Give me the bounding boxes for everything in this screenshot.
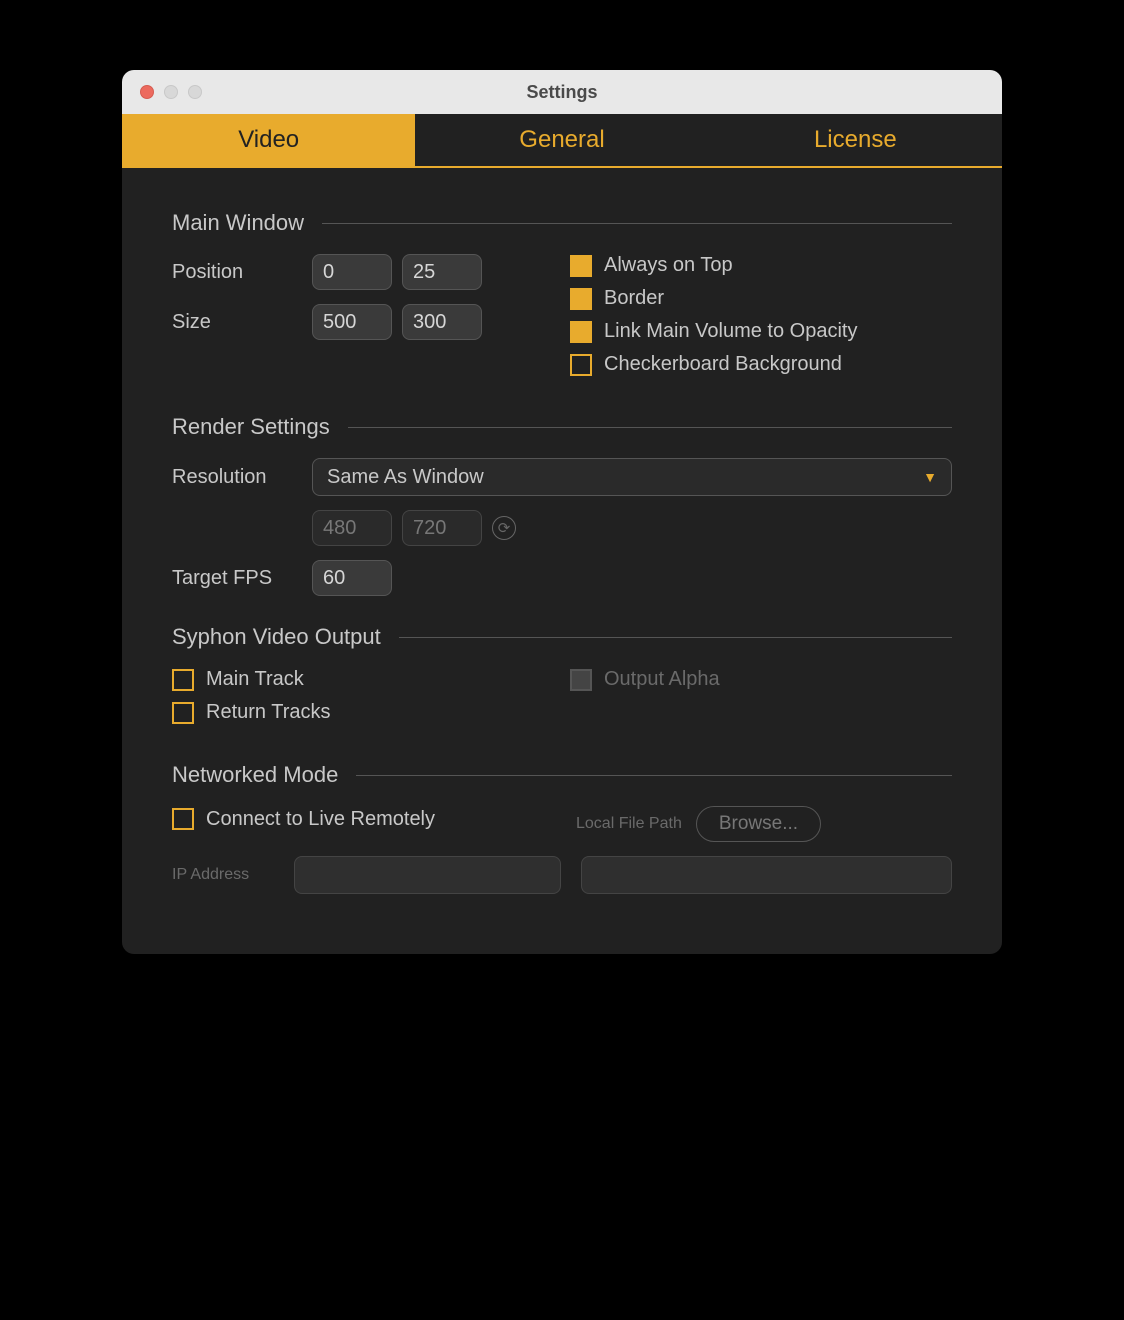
- always-on-top-label: Always on Top: [604, 254, 733, 277]
- divider: [399, 637, 952, 638]
- size-w-input[interactable]: [312, 304, 392, 340]
- section-title: Networked Mode: [172, 762, 338, 788]
- divider: [356, 775, 952, 776]
- browse-button[interactable]: Browse...: [696, 806, 821, 842]
- ip-address-input[interactable]: [294, 856, 561, 894]
- main-track-checkbox[interactable]: [172, 669, 194, 691]
- tab-license[interactable]: License: [709, 114, 1002, 166]
- divider: [322, 223, 952, 224]
- always-on-top-checkbox[interactable]: [570, 255, 592, 277]
- position-x-input[interactable]: [312, 254, 392, 290]
- connect-remote-checkbox[interactable]: [172, 808, 194, 830]
- section-main-window: Main Window: [172, 210, 952, 236]
- section-title: Main Window: [172, 210, 304, 236]
- return-tracks-checkbox[interactable]: [172, 702, 194, 724]
- close-icon[interactable]: [140, 85, 154, 99]
- position-y-input[interactable]: [402, 254, 482, 290]
- minimize-icon[interactable]: [164, 85, 178, 99]
- ip-address-label: IP Address: [172, 866, 282, 884]
- border-label: Border: [604, 287, 664, 310]
- titlebar: Settings: [122, 70, 1002, 114]
- connect-remote-label: Connect to Live Remotely: [206, 808, 435, 831]
- tabs: Video General License: [122, 114, 1002, 168]
- resolution-value: Same As Window: [327, 466, 484, 489]
- section-syphon: Syphon Video Output: [172, 624, 952, 650]
- refresh-icon[interactable]: ⟳: [492, 516, 516, 540]
- section-networked: Networked Mode: [172, 762, 952, 788]
- local-path-label: Local File Path: [576, 815, 682, 833]
- content-area: Main Window Position Size Always: [122, 168, 1002, 954]
- res-w-input: [312, 510, 392, 546]
- tab-general[interactable]: General: [415, 114, 708, 166]
- return-tracks-label: Return Tracks: [206, 701, 330, 724]
- border-checkbox[interactable]: [570, 288, 592, 310]
- chevron-down-icon: ▼: [923, 469, 937, 485]
- res-h-input: [402, 510, 482, 546]
- size-label: Size: [172, 311, 302, 334]
- settings-window: Settings Video General License Main Wind…: [122, 70, 1002, 954]
- divider: [348, 427, 952, 428]
- link-volume-label: Link Main Volume to Opacity: [604, 320, 857, 343]
- target-fps-input[interactable]: [312, 560, 392, 596]
- position-label: Position: [172, 261, 302, 284]
- section-title: Render Settings: [172, 414, 330, 440]
- checkerboard-label: Checkerboard Background: [604, 353, 842, 376]
- maximize-icon[interactable]: [188, 85, 202, 99]
- section-render-settings: Render Settings: [172, 414, 952, 440]
- resolution-label: Resolution: [172, 466, 302, 489]
- main-track-label: Main Track: [206, 668, 304, 691]
- tab-video[interactable]: Video: [122, 114, 415, 166]
- size-h-input[interactable]: [402, 304, 482, 340]
- section-title: Syphon Video Output: [172, 624, 381, 650]
- window-title: Settings: [122, 82, 1002, 103]
- resolution-select[interactable]: Same As Window ▼: [312, 458, 952, 496]
- output-alpha-label: Output Alpha: [604, 668, 720, 691]
- checkerboard-checkbox[interactable]: [570, 354, 592, 376]
- local-path-input[interactable]: [581, 856, 952, 894]
- traffic-lights: [140, 85, 202, 99]
- output-alpha-checkbox: [570, 669, 592, 691]
- target-fps-label: Target FPS: [172, 567, 302, 590]
- link-volume-checkbox[interactable]: [570, 321, 592, 343]
